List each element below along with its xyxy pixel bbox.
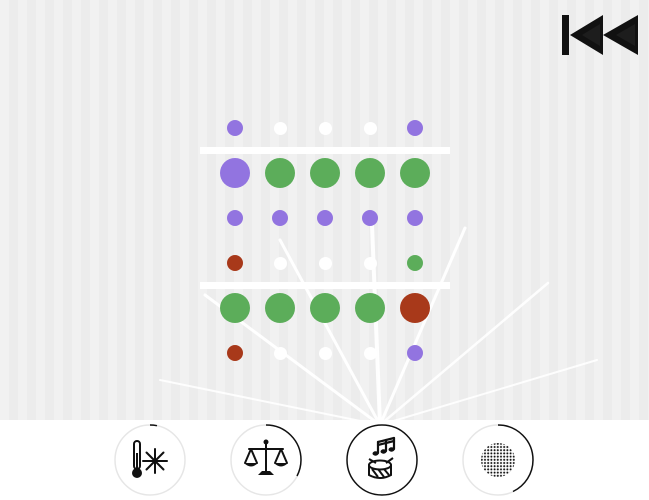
purple-dot	[407, 120, 423, 136]
green-dot	[265, 293, 295, 323]
row-separator	[200, 147, 450, 154]
purple-dot	[220, 158, 250, 188]
game-board	[0, 0, 649, 420]
white-dot[interactable]	[318, 256, 332, 270]
white-dot[interactable]	[318, 346, 332, 360]
white-dot[interactable]	[273, 346, 287, 360]
purple-dot	[317, 210, 333, 226]
green-dot	[407, 255, 423, 271]
rewind-button[interactable]	[560, 14, 640, 61]
red-dot	[400, 293, 430, 323]
purple-dot	[227, 210, 243, 226]
balance-scale-icon	[230, 424, 302, 496]
purple-dot	[407, 210, 423, 226]
green-dot	[310, 158, 340, 188]
green-dot	[220, 293, 250, 323]
green-dot	[355, 158, 385, 188]
white-dot[interactable]	[363, 121, 377, 135]
purple-dot	[407, 345, 423, 361]
purple-dot	[362, 210, 378, 226]
green-dot	[265, 158, 295, 188]
thermometer-snowflake-icon	[114, 424, 186, 496]
white-dot[interactable]	[363, 346, 377, 360]
row-separator	[200, 282, 450, 289]
dotted-circle-icon	[462, 424, 534, 496]
purple-dot	[272, 210, 288, 226]
purple-dot	[227, 120, 243, 136]
tool-dotted-circle[interactable]	[461, 423, 535, 497]
green-dot	[355, 293, 385, 323]
music-drum-icon	[346, 424, 418, 496]
tool-thermometer-snowflake[interactable]	[113, 423, 187, 497]
green-dot	[310, 293, 340, 323]
white-dot[interactable]	[363, 256, 377, 270]
white-dot[interactable]	[273, 121, 287, 135]
green-dot	[400, 158, 430, 188]
white-dot[interactable]	[318, 121, 332, 135]
tool-bar	[0, 420, 649, 500]
red-dot	[227, 255, 243, 271]
rewind-to-start-icon	[562, 15, 638, 55]
tool-balance-scale[interactable]	[229, 423, 303, 497]
tool-music-drum[interactable]	[345, 423, 419, 497]
red-dot	[227, 345, 243, 361]
white-dot[interactable]	[273, 256, 287, 270]
